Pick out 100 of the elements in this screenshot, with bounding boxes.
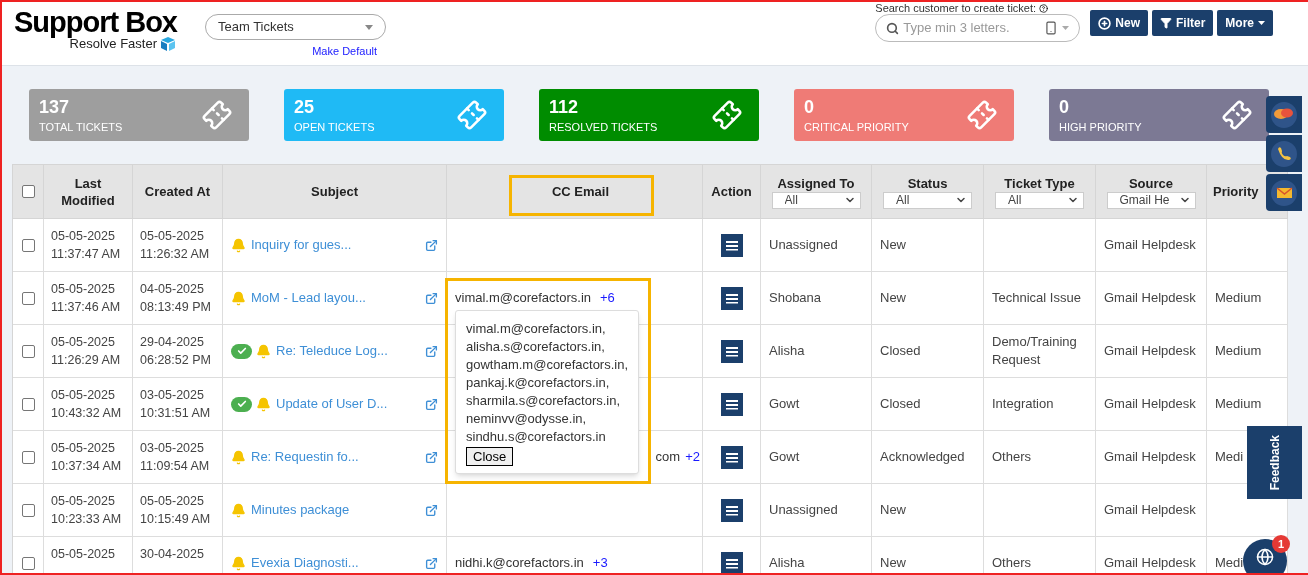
subject-link[interactable]: Re: Requestin fo... xyxy=(251,447,359,467)
external-link-icon[interactable] xyxy=(425,450,438,464)
checkbox[interactable] xyxy=(21,556,35,570)
stat-value: 25 xyxy=(294,96,316,118)
table-cell-text: 05-05-2025 10:23:33 AM xyxy=(51,493,122,528)
popup-email: vimal.m@corefactors.in, xyxy=(466,320,606,338)
table-cell: Gowt xyxy=(769,448,800,466)
cube-logo-icon xyxy=(159,36,177,52)
resolved-check-badge xyxy=(231,343,252,359)
checkbox[interactable] xyxy=(21,450,35,464)
external-link-icon[interactable] xyxy=(425,238,438,252)
caret-icon xyxy=(1258,21,1265,25)
envelope-icon[interactable] xyxy=(1266,174,1302,211)
table-cell: Gmail Helpdesk xyxy=(1104,448,1196,466)
caret-icon xyxy=(365,24,373,30)
table-cell: Medi xyxy=(1215,448,1244,466)
chat-bubbles-icon[interactable] xyxy=(1266,96,1302,133)
checkbox[interactable] xyxy=(21,238,35,252)
stat-label: CRITICAL PRIORITY xyxy=(804,120,909,134)
close-button[interactable]: Close xyxy=(466,447,514,466)
stat-label: OPEN TICKETS xyxy=(294,120,375,134)
phone-icon[interactable] xyxy=(1266,135,1302,172)
ticket-details-icon[interactable] xyxy=(720,498,743,522)
column-filter-select[interactable]: All xyxy=(883,191,972,209)
table-cell: Closed xyxy=(880,342,921,360)
checkbox[interactable] xyxy=(21,185,35,198)
subject-link[interactable]: Re: Teleduce Log... xyxy=(276,341,388,361)
checkbox[interactable] xyxy=(21,344,35,358)
subject-link[interactable]: Inquiry for gues... xyxy=(251,235,352,255)
globe-icon xyxy=(1256,548,1274,566)
caret-icon[interactable] xyxy=(1062,26,1070,30)
bell-icon xyxy=(256,396,271,412)
more-emails-link[interactable]: +2 xyxy=(685,447,700,467)
more-emails-link[interactable]: +6 xyxy=(600,288,615,308)
table-cell: Gmail Helpdesk xyxy=(1104,236,1196,254)
external-link-icon[interactable] xyxy=(425,503,438,517)
checkbox[interactable] xyxy=(21,397,35,411)
table-cell: New xyxy=(880,501,906,519)
column-filter-select[interactable]: All xyxy=(995,191,1084,209)
external-link-icon[interactable] xyxy=(425,556,438,570)
more-emails-link[interactable]: +3 xyxy=(592,553,608,573)
table-cell: Acknowledged xyxy=(880,448,965,466)
external-link-icon[interactable] xyxy=(425,344,438,358)
cc-email: nidhi.k@corefactors.in xyxy=(455,554,584,573)
subject-link[interactable]: Evexia Diagnosti... xyxy=(251,553,359,573)
table-cell: New xyxy=(880,236,906,254)
table-cell-text: 05-05-2025 11:37:46 AM xyxy=(51,281,121,316)
external-link-icon[interactable] xyxy=(425,291,438,305)
filter-button[interactable]: Filter xyxy=(1152,10,1214,36)
cc-email: vimal.m@corefactors.in xyxy=(455,289,591,308)
table-cell: Gmail Helpdesk xyxy=(1104,395,1196,413)
column-header: Source xyxy=(1127,174,1175,192)
popup-email: neminvv@odysse.in, xyxy=(466,410,587,428)
bell-icon xyxy=(231,237,246,253)
subject-link[interactable]: MoM - Lead layou... xyxy=(251,288,366,308)
search-icon xyxy=(886,21,900,35)
table-cell: Alisha xyxy=(769,342,805,360)
help-icon xyxy=(1039,3,1049,13)
table-cell: Medium xyxy=(1215,395,1262,413)
table-cell: Shobana xyxy=(769,289,822,307)
ticket-details-icon[interactable] xyxy=(720,339,743,363)
popup-email: pankaj.k@corefactors.in, xyxy=(466,374,610,392)
column-header: Status xyxy=(906,174,949,192)
subject-link[interactable]: Minutes package xyxy=(251,500,350,520)
make-default-link[interactable]: Make Default xyxy=(312,43,377,60)
column-filter-select[interactable]: Gmail He xyxy=(1106,191,1196,209)
new-button[interactable]: New xyxy=(1090,10,1148,36)
ticket-details-icon[interactable] xyxy=(720,233,743,257)
phone-icon[interactable] xyxy=(1044,21,1059,35)
table-cell: New xyxy=(880,289,906,307)
checkbox[interactable] xyxy=(21,291,35,305)
bell-icon xyxy=(231,555,246,571)
table-cell: Medium xyxy=(1215,289,1262,307)
column-header: Created At xyxy=(143,183,212,200)
stat-value: 137 xyxy=(39,96,71,118)
subject-link[interactable]: Update of User D... xyxy=(276,394,388,414)
table-cell-text: 05-05-2025 11:37:47 AM xyxy=(51,228,121,263)
stat-label: RESOLVED TICKETS xyxy=(549,120,658,134)
ticket-details-icon[interactable] xyxy=(720,392,743,416)
table-cell: New xyxy=(880,554,906,572)
ticket-details-icon[interactable] xyxy=(720,445,743,469)
table-cell-text: Demo/Training Request xyxy=(992,333,1078,369)
ticket-details-icon[interactable] xyxy=(720,551,743,573)
external-link-icon[interactable] xyxy=(425,397,438,411)
stat-value: 0 xyxy=(804,96,815,118)
bell-icon xyxy=(256,343,271,359)
table-cell: Gmail Helpdesk xyxy=(1104,554,1196,572)
logo-title: Support Box xyxy=(14,6,177,38)
checkbox[interactable] xyxy=(21,503,35,517)
ticket-details-icon[interactable] xyxy=(720,286,743,310)
stat-label: HIGH PRIORITY xyxy=(1059,120,1142,134)
bell-icon xyxy=(231,449,246,465)
table-cell: Others xyxy=(992,448,1031,466)
more-button[interactable]: More xyxy=(1217,10,1273,36)
column-filter-select[interactable]: All xyxy=(771,191,861,209)
table-cell-text: 30-04-2025 xyxy=(140,546,204,563)
table-cell: Unassigned xyxy=(769,501,838,519)
feedback-tab[interactable]: Feedback xyxy=(1247,426,1302,499)
table-cell-text: 05-05-2025 10:37:34 AM xyxy=(51,440,122,475)
table-cell-text: 04-05-2025 08:13:49 PM xyxy=(140,281,211,316)
